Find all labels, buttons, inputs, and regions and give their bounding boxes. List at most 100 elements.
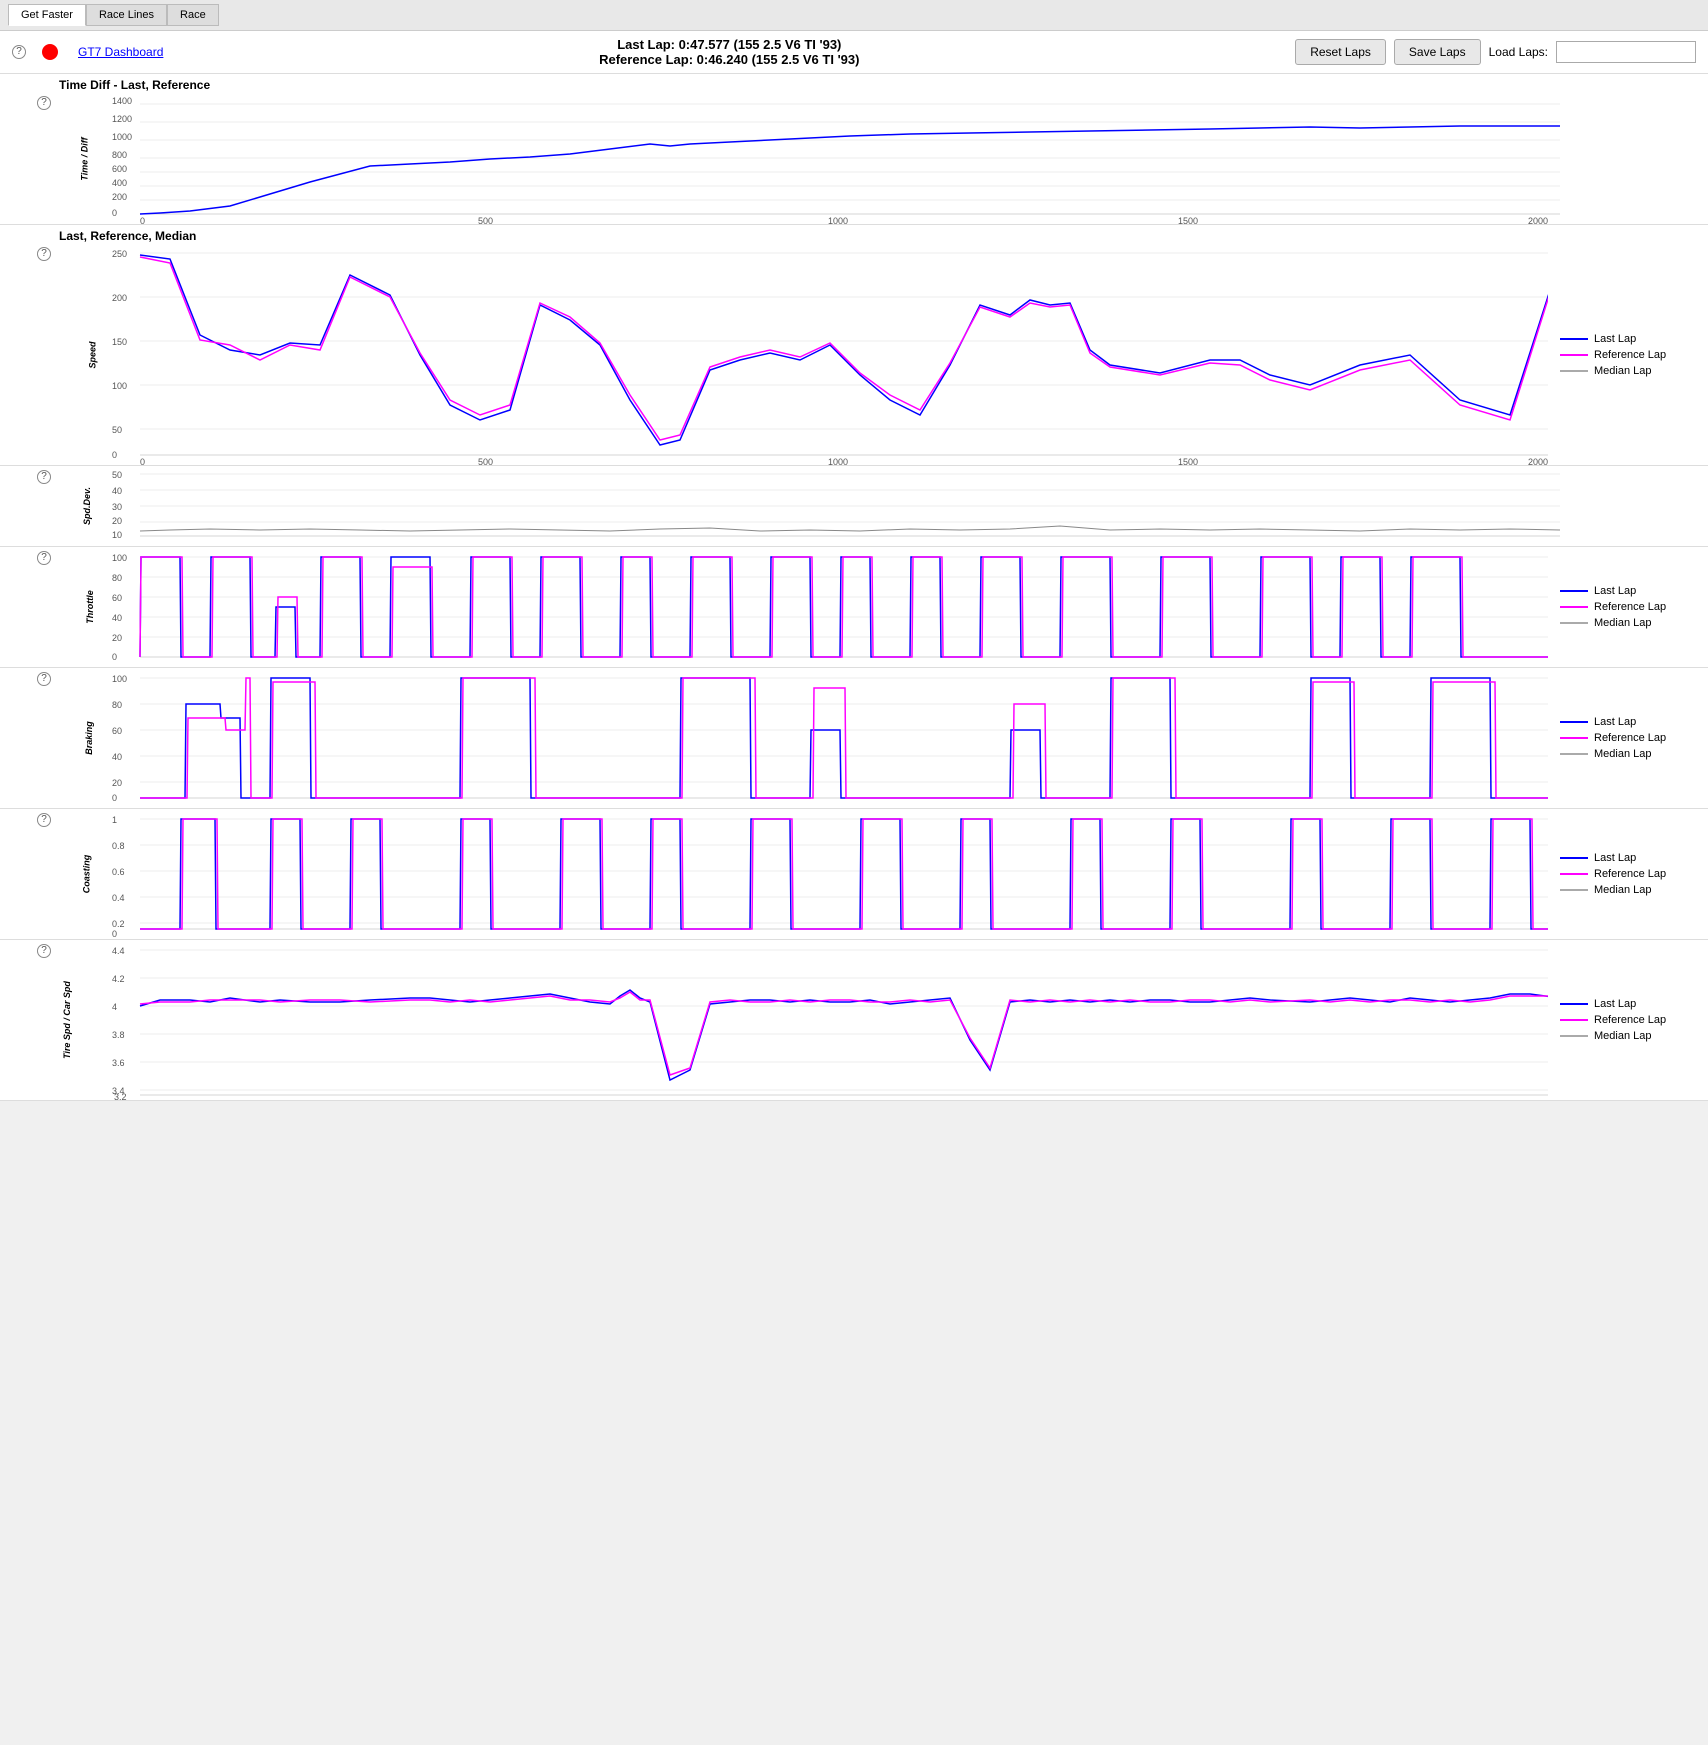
speed-chart: ? Last, Reference, Median Speed (0, 225, 1708, 466)
svg-text:3.8: 3.8 (112, 1030, 125, 1040)
tab-group: Get Faster Race Lines Race (8, 4, 219, 26)
speed-svg: 250 200 150 100 50 0 0 500 1000 (110, 245, 1548, 465)
svg-text:500: 500 (478, 216, 493, 224)
spd-dev-chart: ? Spd.Dev. 50 40 30 20 10 (0, 466, 1708, 547)
coasting-legend-ref: Reference Lap (1560, 868, 1696, 880)
tire-spd-help[interactable]: ? (37, 944, 51, 958)
throttle-median-label: Median Lap (1594, 617, 1652, 629)
coasting-help[interactable]: ? (37, 813, 51, 827)
svg-text:1000: 1000 (828, 457, 848, 465)
svg-text:0: 0 (112, 652, 117, 662)
throttle-ref-label: Reference Lap (1594, 601, 1666, 613)
throttle-last-label: Last Lap (1594, 585, 1636, 597)
coasting-y-label: Coasting (82, 855, 92, 894)
coasting-ref-label: Reference Lap (1594, 868, 1666, 880)
tire-spd-legend-ref: Reference Lap (1560, 1014, 1696, 1026)
svg-text:50: 50 (112, 470, 122, 480)
last-lap-legend-line (1560, 338, 1588, 340)
throttle-chart: ? Throttle 100 80 60 40 2 (0, 547, 1708, 668)
throttle-legend-last: Last Lap (1560, 585, 1696, 597)
svg-text:0: 0 (112, 793, 117, 803)
tire-spd-ref-label: Reference Lap (1594, 1014, 1666, 1026)
braking-legend-median: Median Lap (1560, 748, 1696, 760)
svg-text:20: 20 (112, 516, 122, 526)
throttle-legend: Last Lap Reference Lap Median Lap (1548, 577, 1708, 637)
svg-text:0.2: 0.2 (112, 919, 125, 929)
throttle-help[interactable]: ? (37, 551, 51, 565)
reset-laps-button[interactable]: Reset Laps (1295, 39, 1386, 65)
legend-reference-lap: Reference Lap (1560, 349, 1696, 361)
svg-text:1000: 1000 (828, 216, 848, 224)
median-lap-legend-label: Median Lap (1594, 365, 1652, 377)
throttle-legend-median: Median Lap (1560, 617, 1696, 629)
svg-text:20: 20 (112, 778, 122, 788)
tire-spd-median-label: Median Lap (1594, 1030, 1652, 1042)
coasting-svg: 1 0.8 0.6 0.4 0.2 0 (110, 809, 1548, 939)
braking-svg: 100 80 60 40 20 0 (110, 668, 1548, 808)
tab-race-lines[interactable]: Race Lines (86, 4, 167, 26)
svg-text:150: 150 (112, 337, 127, 347)
svg-text:60: 60 (112, 726, 122, 736)
svg-text:1500: 1500 (1178, 216, 1198, 224)
speed-title: Last, Reference, Median (55, 225, 1708, 245)
tab-get-faster[interactable]: Get Faster (8, 4, 86, 26)
svg-text:30: 30 (112, 502, 122, 512)
svg-text:3.2: 3.2 (114, 1092, 127, 1100)
svg-text:0: 0 (140, 216, 145, 224)
svg-text:0: 0 (112, 450, 117, 460)
svg-text:0: 0 (140, 457, 145, 465)
coasting-legend-median: Median Lap (1560, 884, 1696, 896)
svg-text:80: 80 (112, 700, 122, 710)
braking-ref-label: Reference Lap (1594, 732, 1666, 744)
svg-text:1: 1 (112, 815, 117, 825)
speed-y-label: Speed (87, 341, 97, 368)
svg-text:1200: 1200 (112, 114, 132, 124)
svg-text:500: 500 (478, 457, 493, 465)
last-lap-legend-label: Last Lap (1594, 333, 1636, 345)
svg-text:1400: 1400 (112, 96, 132, 106)
tab-race[interactable]: Race (167, 4, 219, 26)
braking-median-label: Median Lap (1594, 748, 1652, 760)
svg-text:4.4: 4.4 (112, 946, 125, 956)
svg-text:40: 40 (112, 752, 122, 762)
svg-text:80: 80 (112, 573, 122, 583)
header-buttons: Reset Laps Save Laps Load Laps: (1295, 39, 1696, 65)
status-dot (42, 44, 58, 60)
reference-lap-info: Reference Lap: 0:46.240 (155 2.5 V6 TI '… (179, 52, 1279, 67)
tire-spd-svg: 4.4 4.2 4 3.8 3.6 3.4 3.2 (110, 940, 1548, 1100)
throttle-y-label: Throttle (84, 590, 94, 624)
time-diff-chart: ? Time Diff - Last, Reference Time / Dif… (0, 74, 1708, 225)
tire-spd-y-label: Tire Spd / Car Spd (62, 981, 72, 1059)
svg-text:0: 0 (112, 208, 117, 218)
help-icon[interactable]: ? (12, 45, 26, 59)
svg-text:2000: 2000 (1528, 216, 1548, 224)
reference-lap-legend-line (1560, 354, 1588, 356)
svg-text:3.6: 3.6 (112, 1058, 125, 1068)
save-laps-button[interactable]: Save Laps (1394, 39, 1481, 65)
spd-dev-help[interactable]: ? (37, 470, 51, 484)
svg-text:100: 100 (112, 381, 127, 391)
braking-help[interactable]: ? (37, 672, 51, 686)
svg-text:0.8: 0.8 (112, 841, 125, 851)
time-diff-y-label: Time / Diff (79, 137, 89, 180)
time-diff-help[interactable]: ? (37, 96, 51, 110)
braking-legend-ref: Reference Lap (1560, 732, 1696, 744)
svg-text:200: 200 (112, 293, 127, 303)
legend-median-lap: Median Lap (1560, 365, 1696, 377)
throttle-svg: 100 80 60 40 20 0 (110, 547, 1548, 667)
load-laps-input[interactable] (1556, 41, 1696, 63)
coasting-legend: Last Lap Reference Lap Median Lap (1548, 844, 1708, 904)
time-diff-svg: 1400 1200 1000 800 600 400 200 0 (110, 94, 1708, 224)
last-lap-info: Last Lap: 0:47.577 (155 2.5 V6 TI '93) (179, 37, 1279, 52)
speed-help[interactable]: ? (37, 247, 51, 261)
svg-text:250: 250 (112, 249, 127, 259)
tire-spd-legend-last: Last Lap (1560, 998, 1696, 1010)
svg-text:100: 100 (112, 553, 127, 563)
load-laps-label: Load Laps: (1489, 45, 1548, 59)
dashboard-link[interactable]: GT7 Dashboard (78, 45, 163, 59)
braking-last-label: Last Lap (1594, 716, 1636, 728)
median-lap-legend-line (1560, 370, 1588, 372)
svg-text:50: 50 (112, 425, 122, 435)
spd-dev-y-label: Spd.Dev. (82, 487, 92, 525)
braking-chart: ? Braking 100 80 60 40 20 (0, 668, 1708, 809)
